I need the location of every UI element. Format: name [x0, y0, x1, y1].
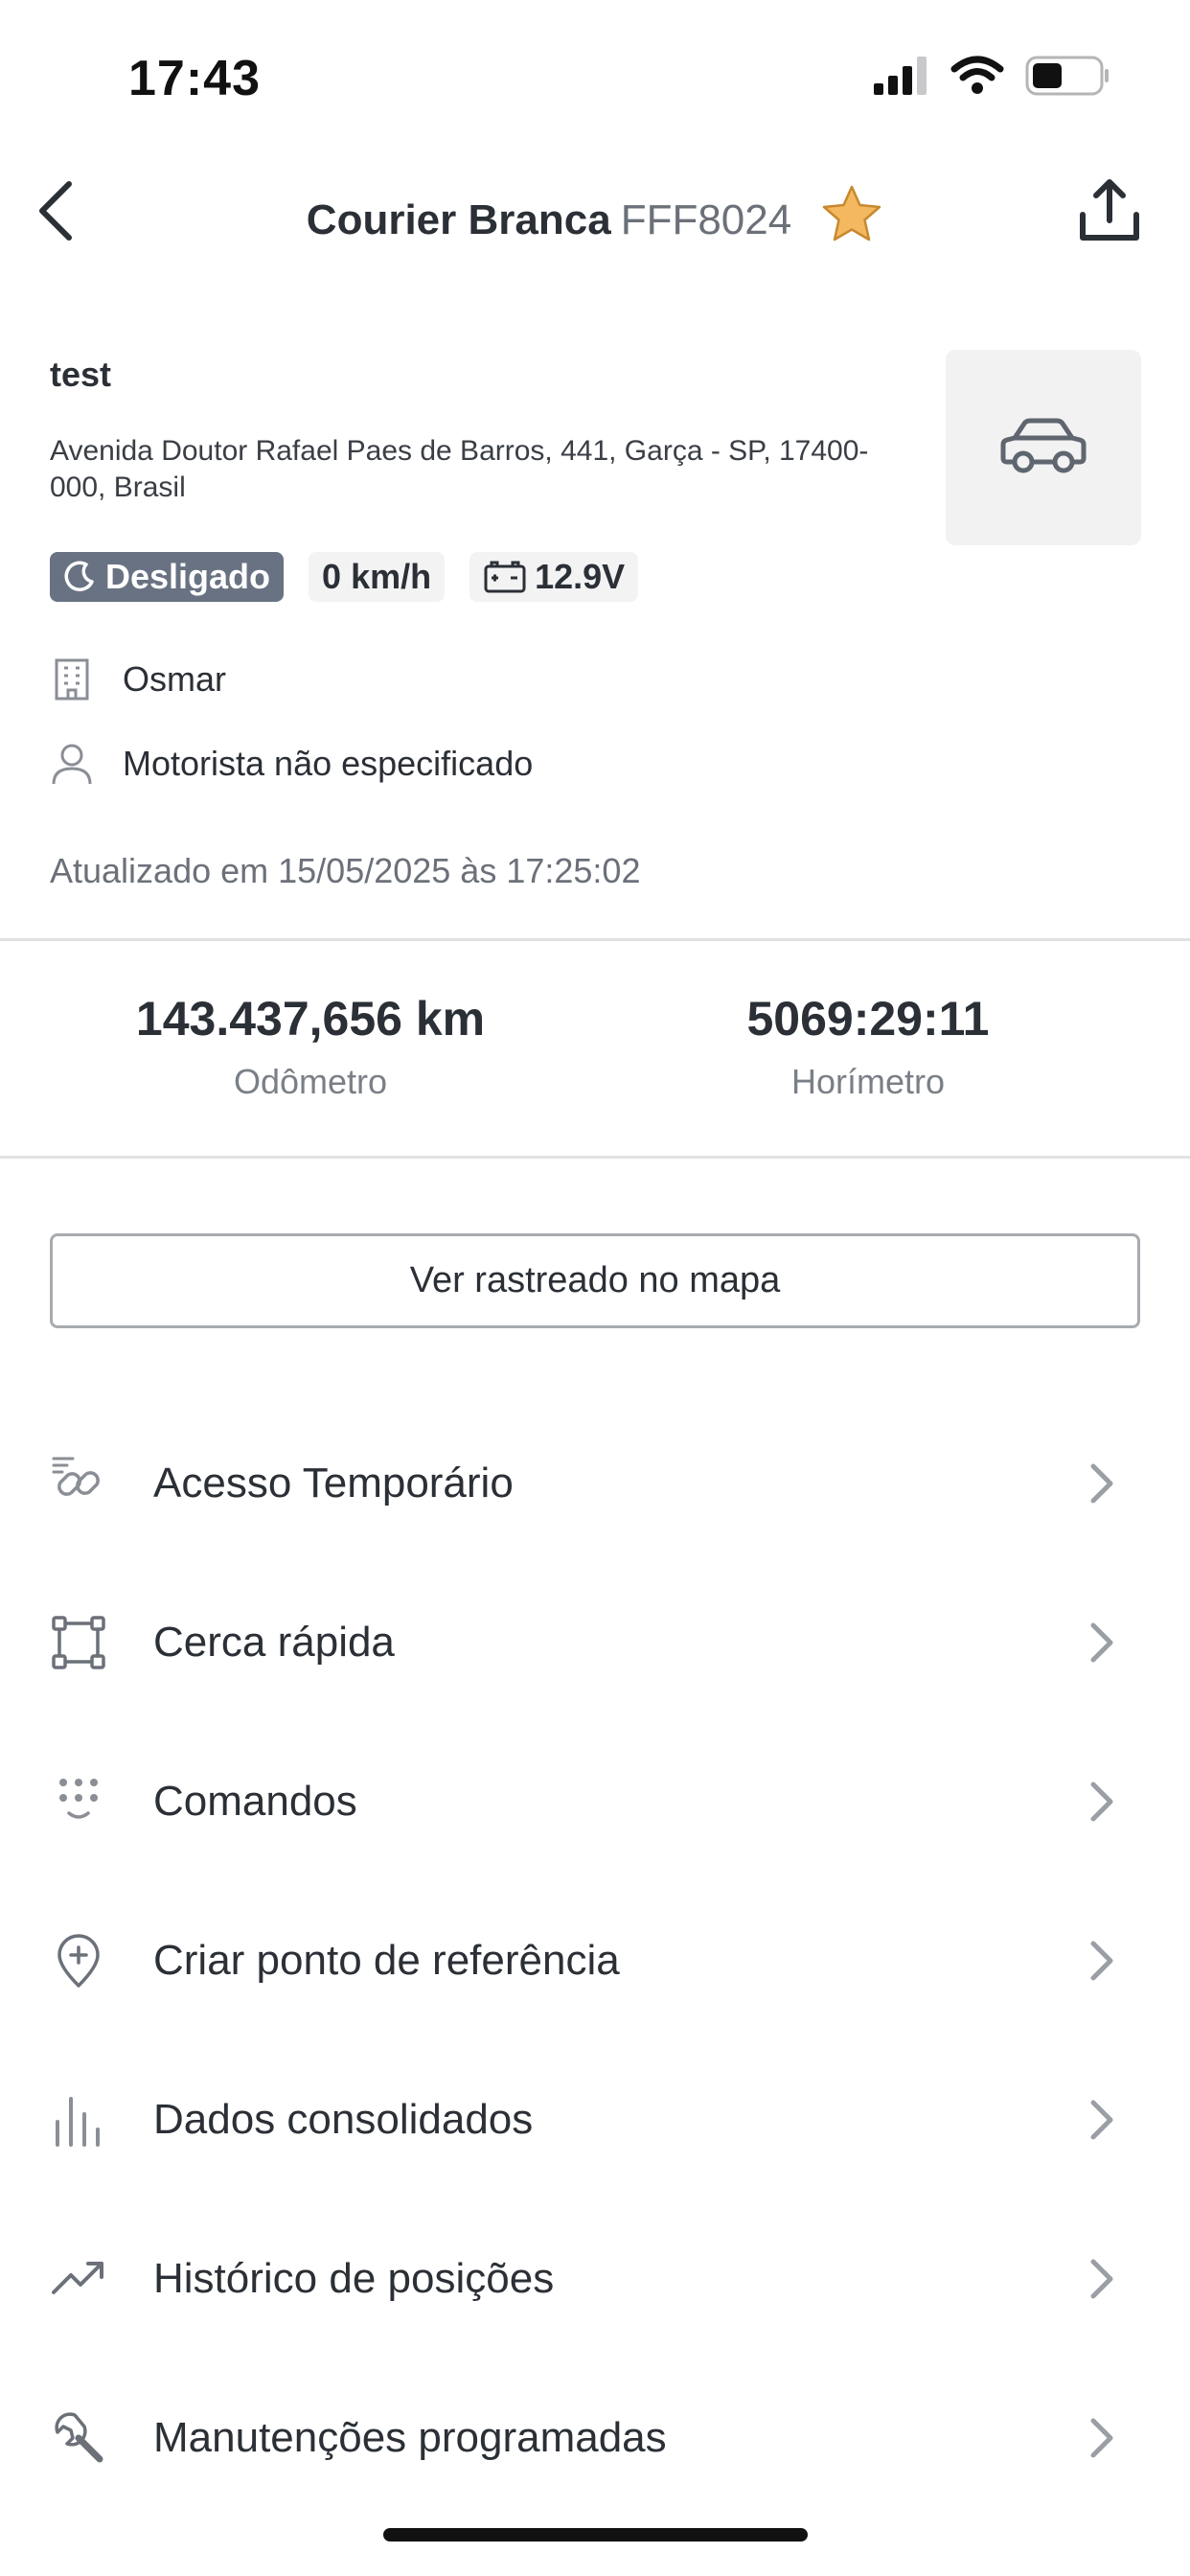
odometer-label: Odômetro	[233, 1062, 388, 1101]
menu-item-create-reference-point[interactable]: Criar ponto de referência	[0, 1903, 1190, 2018]
keypad-icon	[50, 1773, 107, 1830]
driver-row: Motorista não especificado	[50, 742, 533, 786]
menu-item-temporary-access[interactable]: Acesso Temporário	[0, 1426, 1190, 1541]
map-pin-plus-icon	[50, 1932, 107, 1990]
hourmeter-label: Horímetro	[790, 1062, 946, 1101]
vehicle-title-name: Courier Branca	[306, 196, 611, 243]
vehicle-title-plate: FFF8024	[620, 196, 792, 243]
fence-icon	[50, 1614, 107, 1671]
menu-item-label: Criar ponto de referência	[153, 1937, 620, 1984]
favorite-star-icon[interactable]	[820, 184, 883, 254]
car-icon	[1000, 418, 1087, 473]
battery-icon	[1025, 56, 1109, 96]
menu-item-label: Acesso Temporário	[153, 1460, 514, 1506]
battery-badge: 12.9V	[469, 552, 639, 602]
menu-item-label: Dados consolidados	[153, 2096, 534, 2143]
chevron-right-icon	[1083, 1614, 1121, 1671]
speed-badge: 0 km/h	[309, 552, 446, 602]
vehicle-address: Avenida Doutor Rafael Paes de Barros, 44…	[50, 435, 869, 503]
moon-icon	[64, 561, 94, 591]
chevron-right-icon	[1083, 1455, 1121, 1512]
menu-item-label: Comandos	[153, 1778, 357, 1825]
chevron-right-icon	[1083, 2091, 1121, 2149]
ignition-status-badge: Desligado	[50, 552, 285, 602]
company-name: Osmar	[123, 659, 226, 699]
menu-item-position-history[interactable]: Histórico de posições	[0, 2221, 1190, 2336]
share-icon	[1080, 179, 1139, 241]
user-icon	[52, 744, 92, 785]
car-battery-icon	[484, 561, 526, 593]
hourmeter-value: 5069:29:11	[746, 992, 990, 1046]
share-button[interactable]	[1071, 172, 1148, 249]
chevron-right-icon	[1083, 2409, 1121, 2467]
vehicle-badges: Desligado 0 km/h 12.9V	[50, 552, 639, 602]
menu-item-label: Manutenções programadas	[153, 2414, 667, 2461]
signal-icon	[874, 57, 927, 95]
divider	[0, 1156, 1190, 1159]
battery-voltage: 12.9V	[535, 557, 626, 596]
ignition-status-label: Desligado	[105, 557, 271, 596]
menu-item-commands[interactable]: Comandos	[0, 1744, 1190, 1859]
menu-item-label: Cerca rápida	[153, 1619, 395, 1666]
vehicle-thumbnail	[946, 350, 1141, 545]
link-icon	[50, 1455, 107, 1512]
chevron-right-icon	[1083, 2250, 1121, 2308]
home-indicator[interactable]	[383, 2528, 808, 2542]
menu-item-scheduled-maintenance[interactable]: Manutenções programadas	[0, 2380, 1190, 2496]
wrench-icon	[50, 2409, 107, 2467]
view-on-map-button[interactable]: Ver rastreado no mapa	[50, 1233, 1140, 1328]
hourmeter-stat: 5069:29:11 Horímetro	[629, 991, 1108, 1102]
odometer-value: 143.437,656 km	[135, 992, 486, 1046]
page-title: Courier Branca FFF8024	[0, 184, 1190, 254]
bar-chart-icon	[50, 2091, 107, 2149]
status-time: 17:43	[128, 51, 261, 106]
menu-item-consolidated-data[interactable]: Dados consolidados	[0, 2062, 1190, 2177]
status-icons	[874, 56, 1110, 96]
trending-up-icon	[50, 2250, 107, 2308]
menu-item-label: Histórico de posições	[153, 2255, 555, 2302]
company-row: Osmar	[50, 657, 226, 702]
vehicle-name: test	[50, 355, 112, 394]
chevron-right-icon	[1083, 1932, 1121, 1990]
driver-name: Motorista não especificado	[123, 744, 534, 783]
menu-item-quick-fence[interactable]: Cerca rápida	[0, 1585, 1190, 1700]
last-updated: Atualizado em 15/05/2025 às 17:25:02	[50, 851, 641, 890]
speed-value: 0 km/h	[322, 557, 432, 596]
wifi-icon	[950, 56, 1004, 94]
odometer-stat: 143.437,656 km Odômetro	[71, 991, 550, 1102]
divider	[0, 938, 1190, 941]
building-icon	[55, 658, 89, 701]
chevron-right-icon	[1083, 1773, 1121, 1830]
